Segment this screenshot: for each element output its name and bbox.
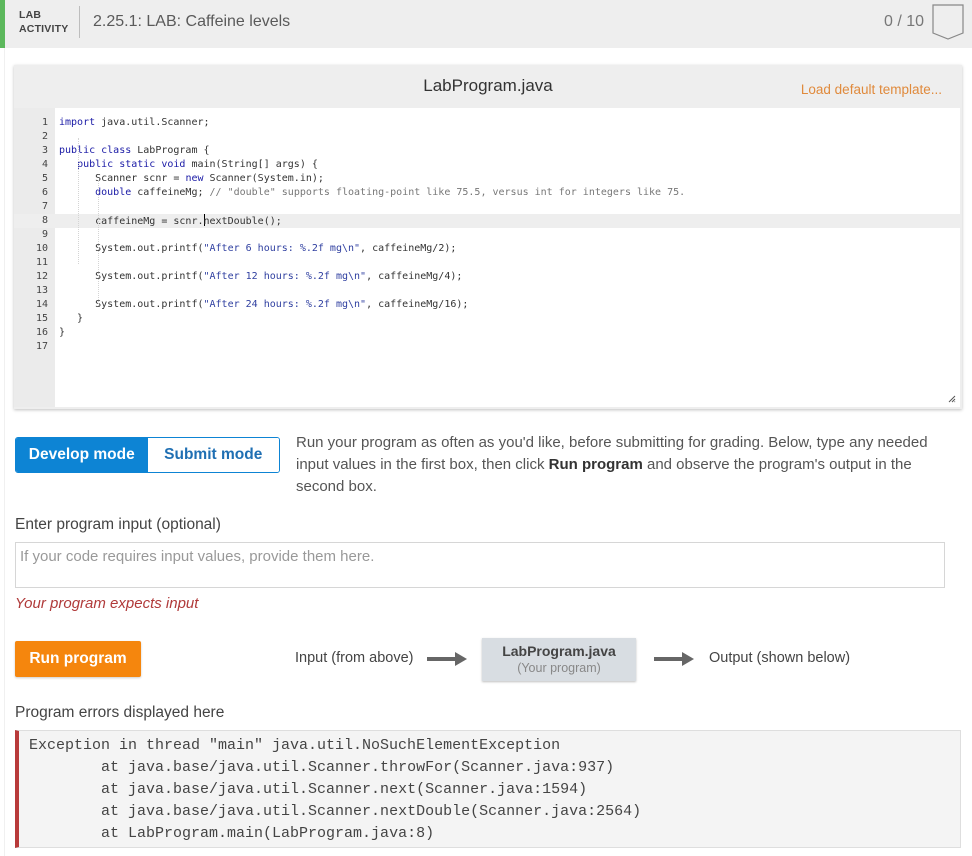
- line-number: 17: [35, 341, 48, 352]
- flow-input-label: Input (from above): [295, 650, 414, 666]
- line-number: 2: [41, 131, 48, 142]
- line-code: }: [59, 327, 66, 338]
- code-editor[interactable]: 1 import java.util.Scanner; 2 3 public class…: [14, 108, 960, 407]
- arrow-right-icon: [427, 652, 467, 666]
- line-code: System.out.printf("After 6 hours: %.2f m…: [59, 243, 457, 254]
- line-code: System.out.printf("After 24 hours: %.2f …: [59, 299, 469, 310]
- code-line[interactable]: 2: [14, 130, 960, 144]
- line-code: import java.util.Scanner;: [59, 117, 210, 128]
- line-number: 12: [35, 271, 48, 282]
- line-number: 7: [41, 201, 48, 212]
- program-box: LabProgram.java (Your program): [482, 638, 636, 681]
- line-code: double caffeineMg; // "double" supports …: [95, 187, 686, 198]
- code-line[interactable]: 11: [14, 256, 960, 270]
- header-divider: [79, 6, 80, 38]
- line-number: 10: [35, 243, 48, 254]
- line-number: 8: [41, 215, 48, 226]
- indent-guide: [78, 138, 79, 264]
- instructions-run-program: Run program: [548, 456, 643, 473]
- code-line[interactable]: 9: [14, 228, 960, 242]
- program-input-field[interactable]: [15, 542, 945, 588]
- line-number: 14: [35, 299, 48, 310]
- line-number: 13: [35, 285, 48, 296]
- code-line[interactable]: 10 System.out.printf("After 6 hours: %.2…: [14, 242, 960, 256]
- arrow-right-icon: [654, 652, 694, 666]
- tag-line-1: LAB: [19, 9, 42, 21]
- line-code: }: [59, 313, 84, 324]
- code-line[interactable]: 3 public class LabProgram {: [14, 144, 960, 158]
- program-errors-output: Exception in thread "main" java.util.NoS…: [15, 730, 961, 848]
- mode-toggle: Develop mode Submit mode: [15, 437, 280, 473]
- code-line[interactable]: 17: [14, 340, 960, 354]
- lab-content: LabProgram.java Load default template...…: [0, 48, 972, 856]
- code-line[interactable]: 8 caffeineMg = scnr.nextDouble();: [14, 214, 960, 228]
- lab-activity-tag: LAB ACTIVITY: [19, 8, 68, 36]
- line-number: 3: [41, 145, 48, 156]
- code-editor-panel: LabProgram.java Load default template...…: [14, 65, 962, 409]
- code-line[interactable]: 1 import java.util.Scanner;: [14, 116, 960, 130]
- completion-badge-icon: [932, 4, 964, 40]
- code-line[interactable]: 14 System.out.printf("After 24 hours: %.…: [14, 298, 960, 312]
- run-instructions: Run your program as often as you'd like,…: [296, 432, 961, 498]
- code-line[interactable]: 7: [14, 200, 960, 214]
- line-number: 5: [41, 173, 48, 184]
- activity-title: 2.25.1: LAB: Caffeine levels: [93, 13, 291, 30]
- develop-mode-button[interactable]: Develop mode: [16, 438, 148, 472]
- run-program-button[interactable]: Run program: [15, 641, 141, 677]
- line-number: 4: [41, 159, 48, 170]
- program-box-subtitle: (Your program): [517, 661, 601, 675]
- program-errors-label: Program errors displayed here: [15, 704, 225, 721]
- resize-handle-icon[interactable]: [948, 395, 956, 403]
- code-line[interactable]: 5 Scanner scnr = new Scanner(System.in);: [14, 172, 960, 186]
- line-number: 11: [35, 257, 48, 268]
- line-code: public static void main(String[] args) {: [77, 159, 318, 170]
- input-warning: Your program expects input: [15, 595, 199, 612]
- line-number: 15: [35, 313, 48, 324]
- line-number: 16: [35, 327, 48, 338]
- program-box-name: LabProgram.java: [502, 643, 616, 659]
- code-line[interactable]: 13: [14, 284, 960, 298]
- line-number: 1: [41, 117, 48, 128]
- code-line[interactable]: 16}: [14, 326, 960, 340]
- line-number: 9: [41, 229, 48, 240]
- submit-mode-button[interactable]: Submit mode: [147, 438, 279, 472]
- flow-output-label: Output (shown below): [709, 650, 851, 666]
- tag-line-2: ACTIVITY: [19, 23, 69, 35]
- indent-guide: [98, 180, 99, 306]
- line-code: System.out.printf("After 12 hours: %.2f …: [59, 271, 463, 282]
- line-number: 6: [41, 187, 48, 198]
- activity-header: LAB ACTIVITY 2.25.1: LAB: Caffeine level…: [0, 0, 972, 48]
- code-line[interactable]: 15 }: [14, 312, 960, 326]
- score-display: 0 / 10: [883, 13, 924, 30]
- load-default-template-link[interactable]: Load default template...: [801, 82, 942, 97]
- program-input-label: Enter program input (optional): [15, 516, 221, 533]
- code-line[interactable]: 6 double caffeineMg; // "double" support…: [14, 186, 960, 200]
- code-line[interactable]: 4 public static void main(String[] args)…: [14, 158, 960, 172]
- code-line[interactable]: 12 System.out.printf("After 12 hours: %.…: [14, 270, 960, 284]
- line-code: public class LabProgram {: [59, 145, 210, 156]
- line-code: caffeineMg = scnr.nextDouble();: [59, 214, 282, 227]
